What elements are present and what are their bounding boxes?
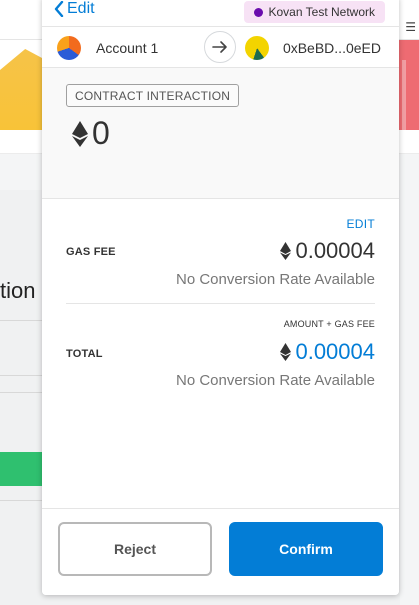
background-chart-right xyxy=(399,40,419,130)
total-label: TOTAL xyxy=(66,348,103,360)
confirm-transaction-popup: Edit Kovan Test Network Account 1 0xBeBD… xyxy=(42,0,399,595)
background-divider xyxy=(0,320,44,321)
network-badge[interactable]: Kovan Test Network xyxy=(243,1,385,23)
sender-account: Account 1 xyxy=(57,36,158,60)
sender-name: Account 1 xyxy=(96,40,159,56)
transaction-value: 0 xyxy=(72,115,110,152)
edit-gas-link[interactable]: EDIT xyxy=(346,217,375,231)
popup-footer: Reject Confirm xyxy=(42,508,399,595)
arrow-right-icon xyxy=(204,31,236,63)
reject-button[interactable]: Reject xyxy=(58,522,212,576)
sender-avatar xyxy=(57,36,81,60)
ethereum-icon xyxy=(280,242,292,260)
background-partial-text: tion xyxy=(0,278,36,303)
network-label: Kovan Test Network xyxy=(268,5,376,19)
gas-fee-conversion: No Conversion Rate Available xyxy=(175,271,375,288)
total-conversion: No Conversion Rate Available xyxy=(175,372,375,389)
total-value: 0.00004 xyxy=(295,339,375,364)
details-divider xyxy=(66,303,375,304)
gas-fee-label: GAS FEE xyxy=(66,246,116,258)
action-tag: CONTRACT INTERACTION xyxy=(66,84,240,107)
background-divider xyxy=(0,500,44,501)
recipient-address: 0xBeBD...0eED xyxy=(282,40,381,56)
edit-back-link[interactable]: Edit xyxy=(54,0,95,18)
network-dot-icon xyxy=(253,7,263,17)
transaction-summary: CONTRACT INTERACTION 0 xyxy=(42,68,399,199)
background-green-button xyxy=(0,452,44,486)
chevron-left-icon xyxy=(54,1,64,17)
amount-plus-gas-label: AMOUNT + GAS FEE xyxy=(283,319,375,329)
gas-fee-value: 0.00004 xyxy=(295,238,375,263)
background-divider xyxy=(0,375,44,376)
recipient-avatar xyxy=(244,36,269,60)
confirm-button[interactable]: Confirm xyxy=(229,522,383,576)
menu-icon[interactable]: ☰ xyxy=(405,20,416,34)
recipient-account[interactable]: 0xBeBD...0eED xyxy=(244,36,381,60)
ethereum-icon xyxy=(72,120,88,147)
ethereum-icon xyxy=(280,343,292,361)
background-divider xyxy=(0,392,44,393)
total-amount: 0.00004 xyxy=(280,339,375,365)
gas-fee-amount: 0.00004 xyxy=(280,238,375,264)
background-chart-left xyxy=(0,40,42,130)
sender-recipient-bar: Account 1 0xBeBD...0eED xyxy=(42,26,399,68)
popup-header: Edit Kovan Test Network xyxy=(42,0,399,26)
transaction-value-amount: 0 xyxy=(92,115,110,151)
edit-back-label: Edit xyxy=(67,0,95,17)
